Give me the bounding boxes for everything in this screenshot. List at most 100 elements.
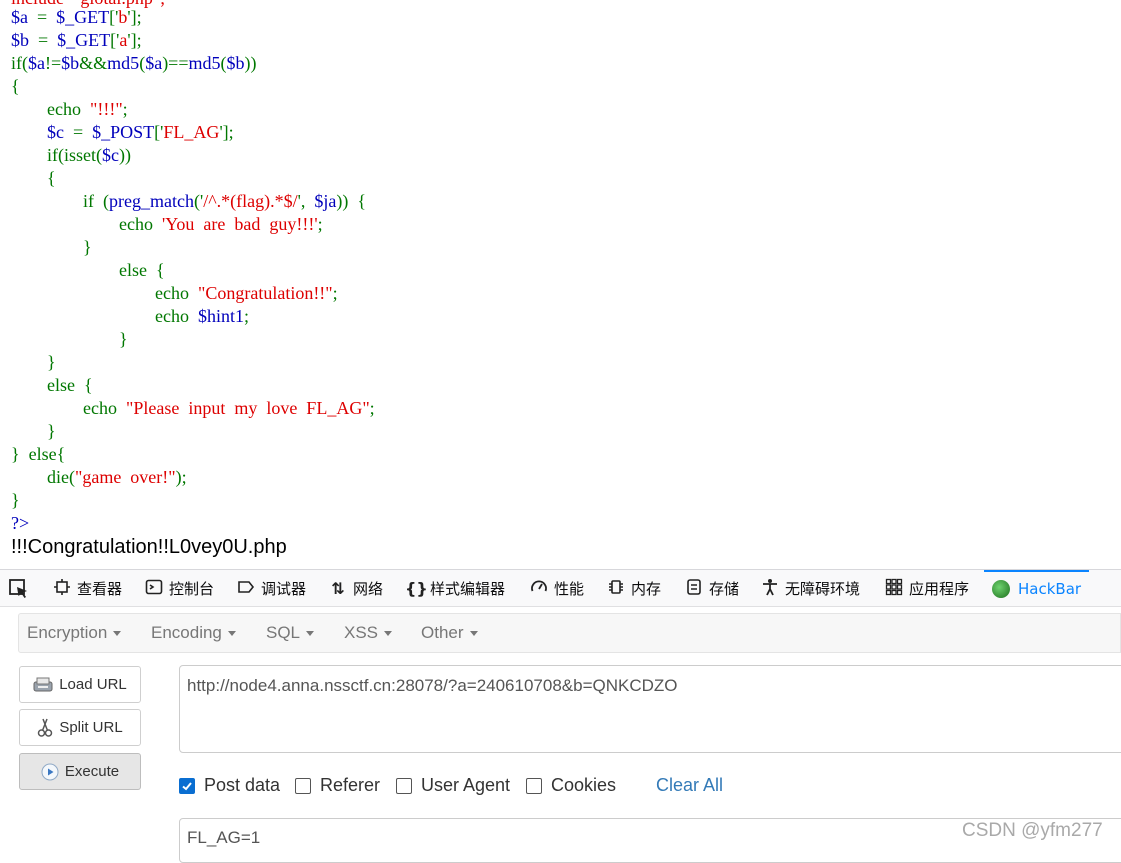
- code-token: $_GET: [56, 7, 110, 27]
- code-token: $hint1: [197, 306, 244, 326]
- code-token: FL_AG: [163, 122, 220, 142]
- code-line: echo "Please input my love FL_AG";: [11, 397, 375, 420]
- code-token: }: [11, 421, 56, 441]
- post-data-checkbox[interactable]: Post data: [179, 775, 280, 796]
- split-url-button[interactable]: Split URL: [19, 709, 141, 746]
- tab-performance[interactable]: 性能: [529, 570, 584, 607]
- menu-encryption[interactable]: Encryption: [27, 623, 122, 643]
- code-line: die("game over!");: [11, 466, 187, 489]
- code-token: }: [11, 490, 20, 510]
- tab-inspector[interactable]: 查看器: [52, 570, 122, 607]
- button-label: Load URL: [59, 676, 127, 693]
- code-token: $c: [101, 145, 119, 165]
- style-editor-icon: {}: [405, 579, 428, 598]
- load-url-button[interactable]: Load URL: [19, 666, 141, 703]
- code-line: }: [11, 236, 92, 259]
- tab-network[interactable]: ⇅ 网络: [328, 570, 383, 607]
- code-token: {: [11, 76, 20, 96]
- code-token: &&: [79, 53, 108, 73]
- tab-application[interactable]: 应用程序: [884, 570, 969, 607]
- code-line: echo "Congratulation!!";: [11, 282, 338, 305]
- code-token: /^.*(flag).*$/: [203, 191, 298, 211]
- button-label: Execute: [64, 763, 120, 780]
- code-token: ;: [244, 306, 250, 326]
- tab-console[interactable]: 控制台: [144, 570, 214, 607]
- code-token: echo: [11, 283, 198, 303]
- tab-label: 应用程序: [909, 580, 970, 598]
- code-line: {: [11, 167, 56, 190]
- code-token: =: [28, 7, 57, 27]
- code-token: $_GET: [57, 30, 111, 50]
- user-agent-checkbox[interactable]: User Agent: [396, 775, 510, 796]
- code-token: '];: [219, 122, 234, 142]
- element-picker-icon[interactable]: [8, 578, 30, 600]
- application-icon: [884, 578, 904, 600]
- tab-label: 调试器: [261, 580, 307, 598]
- code-token: md5: [107, 53, 140, 73]
- menu-xss[interactable]: XSS: [344, 623, 393, 643]
- code-token: ;: [122, 99, 128, 119]
- menu-sql[interactable]: SQL: [266, 623, 315, 643]
- code-line: }: [11, 328, 128, 351]
- tab-label: 内存: [631, 580, 662, 598]
- code-token: $b: [61, 53, 80, 73]
- tab-debugger[interactable]: 调试器: [236, 570, 306, 607]
- code-line: $c = $_POST['FL_AG'];: [11, 121, 234, 144]
- console-icon: [144, 578, 164, 600]
- code-line: echo "!!!";: [11, 98, 128, 121]
- debugger-icon: [236, 578, 256, 600]
- tab-storage[interactable]: 存储: [684, 570, 739, 607]
- tab-style-editor[interactable]: {} 样式编辑器: [405, 570, 505, 607]
- code-token: else {: [11, 260, 165, 280]
- code-token: }: [11, 352, 56, 372]
- cookies-checkbox[interactable]: Cookies: [526, 775, 616, 796]
- code-token: if(: [11, 53, 28, 73]
- hackbar-logo-icon: [992, 579, 1010, 598]
- play-icon: [41, 763, 59, 781]
- caret-down-icon: [469, 631, 478, 637]
- code-line: if($a!=$b&&md5($a)==md5($b)): [11, 52, 257, 75]
- tab-hackbar[interactable]: HackBar: [983, 570, 1090, 607]
- post-data-text: FL_AG=1: [187, 828, 261, 847]
- code-token: if (: [11, 191, 109, 211]
- code-line: if (preg_match('/^.*(flag).*$/', $ja)) {: [11, 190, 366, 213]
- code-token: echo: [11, 214, 162, 234]
- code-token: $b: [11, 30, 29, 50]
- code-token: 'You are bad guy!!!': [161, 214, 318, 234]
- code-token: ?>: [11, 513, 30, 533]
- tab-accessibility[interactable]: 无障碍环境: [760, 570, 860, 607]
- clear-all-link[interactable]: Clear All: [656, 775, 723, 796]
- code-token: else {: [11, 375, 93, 395]
- devtools-toolbar: 查看器 控制台 调试器 ⇅ 网络 {}样式编辑器 性能 内存 存储 无障碍环境: [0, 569, 1121, 607]
- code-token: '];: [127, 30, 142, 50]
- checkbox-icon: [526, 777, 542, 794]
- option-label: User Agent: [421, 775, 511, 795]
- php-source-code: include "glotal.php"; $a = $_GET['b']; $…: [0, 0, 1121, 540]
- code-token: "Congratulation!!": [197, 283, 333, 303]
- code-token: } else{: [11, 444, 66, 464]
- menu-encoding[interactable]: Encoding: [151, 623, 236, 643]
- code-token: )): [118, 145, 131, 165]
- code-token: ',: [297, 191, 315, 211]
- menu-other[interactable]: Other: [421, 623, 478, 643]
- menu-label: Other: [421, 623, 464, 642]
- option-label: Referer: [320, 775, 381, 795]
- code-token: $_POST: [92, 122, 155, 142]
- code-token: )==: [162, 53, 189, 73]
- tab-memory[interactable]: 内存: [606, 570, 661, 607]
- performance-icon: [529, 578, 549, 600]
- menu-label: SQL: [266, 623, 301, 642]
- option-label: Cookies: [551, 775, 617, 795]
- url-input[interactable]: http://node4.anna.nssctf.cn:28078/?a=240…: [179, 665, 1121, 753]
- caret-down-icon: [306, 631, 315, 637]
- code-line: $a = $_GET['b'];: [11, 6, 142, 29]
- code-line: {: [11, 75, 20, 98]
- referer-checkbox[interactable]: Referer: [295, 775, 380, 796]
- execute-button[interactable]: Execute: [19, 753, 141, 790]
- code-token: );: [175, 467, 187, 487]
- code-line: ?>: [11, 512, 29, 535]
- code-token: {: [11, 168, 56, 188]
- tab-label: 查看器: [77, 580, 123, 598]
- code-token: ;: [317, 214, 323, 234]
